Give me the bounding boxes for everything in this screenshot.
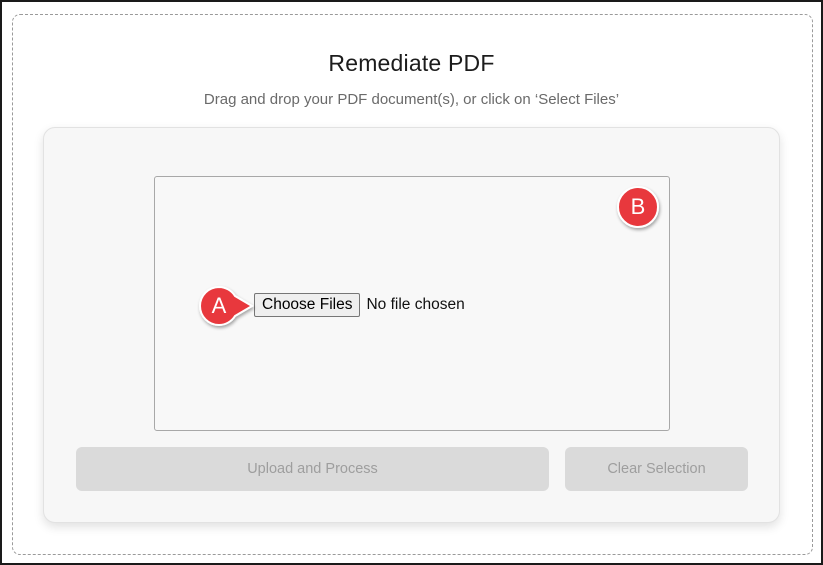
file-input[interactable]: Choose Files No file chosen bbox=[254, 293, 465, 317]
page-title: Remediate PDF bbox=[328, 50, 495, 76]
choose-files-button[interactable]: Choose Files bbox=[254, 293, 361, 317]
upload-and-process-button[interactable]: Upload and Process bbox=[76, 447, 549, 491]
callout-a-label: A bbox=[211, 293, 227, 318]
clear-selection-button[interactable]: Clear Selection bbox=[565, 447, 748, 491]
callout-b-label: B bbox=[630, 194, 646, 219]
file-status-text: No file chosen bbox=[366, 296, 465, 313]
callout-marker-a: A bbox=[198, 285, 254, 327]
page-subtitle: Drag and drop your PDF document(s), or c… bbox=[203, 91, 620, 108]
callout-marker-b: B bbox=[612, 186, 659, 228]
